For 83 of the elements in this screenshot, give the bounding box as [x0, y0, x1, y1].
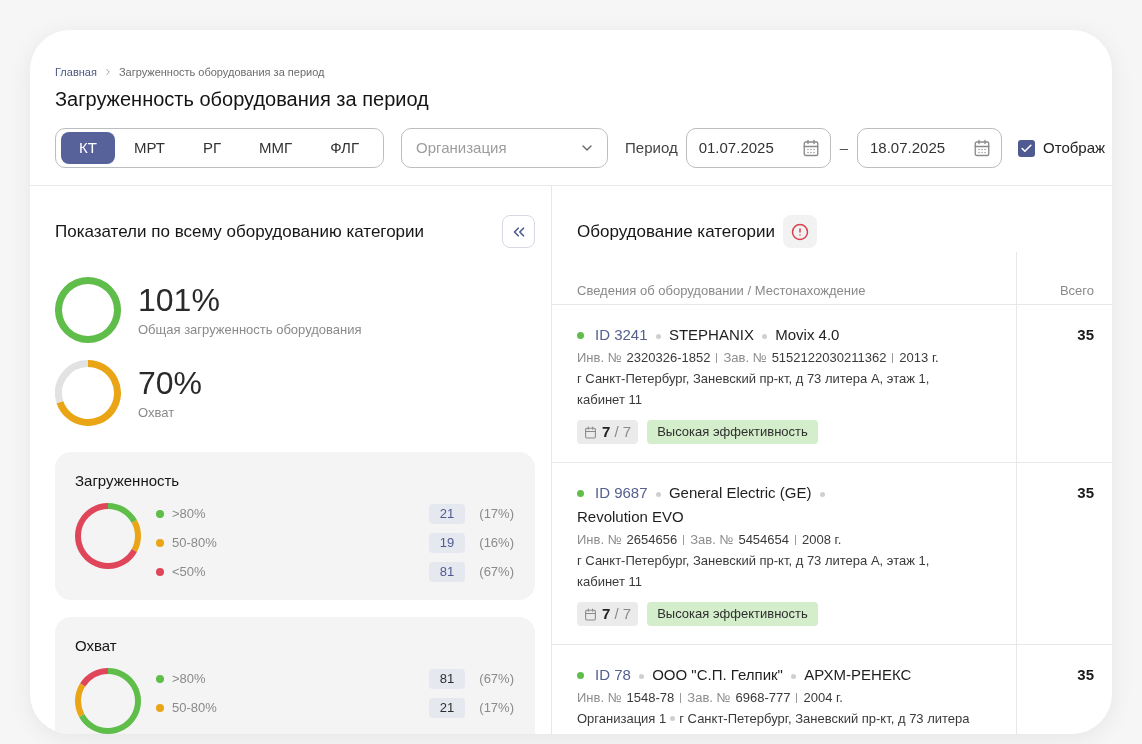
count-badge: 81 [429, 561, 465, 582]
legend-label: 50-80% [172, 533, 217, 552]
calendar-icon [584, 425, 597, 439]
progress-ring [55, 277, 121, 343]
calendar-icon [973, 139, 991, 157]
spec-value: 5454654 [738, 531, 790, 549]
date-field[interactable]: 18.07.2025 [857, 128, 1002, 168]
column-header: Всего [1059, 283, 1094, 298]
spec-label: Инв. № [577, 689, 622, 707]
stat-card-title: Охват [75, 636, 118, 656]
spec-value: 1548-78 [626, 689, 675, 707]
spec-value: 2008 г. [802, 531, 842, 549]
metric-label: Общая загруженность оборудования [138, 320, 362, 339]
schedule-chip: 7 / 7 [577, 602, 639, 626]
spec-label: Инв. № [577, 531, 622, 549]
total-count: 35 [1077, 326, 1094, 343]
legend-label: <50% [172, 562, 206, 581]
address-text: г Санкт-Петербург, Заневский пр-кт, д 73 литера А, этаж 1, кабинет 11 [577, 370, 931, 409]
share-text: (17%) [478, 504, 514, 523]
section-heading: Показатели по всему оборудованию категории [55, 220, 425, 243]
address-text: г Санкт-Петербург, Заневский пр-кт, д 73 литера [679, 710, 970, 728]
period-label: Период [625, 137, 678, 158]
efficiency-tag: Высокая эффективность [647, 420, 818, 444]
count-badge: 21 [429, 503, 465, 524]
spec-value: 2654656 [626, 531, 678, 549]
schedule-chip: 7 / 7 [577, 420, 639, 444]
efficiency-tag: Высокая эффективность [647, 602, 818, 626]
spec-value: 6968-777 [735, 689, 791, 707]
modality-tab[interactable]: КТ [61, 132, 115, 164]
section-heading: Оборудование категории [577, 220, 775, 243]
alert-icon [791, 222, 809, 241]
modality-tab[interactable]: РГ [183, 132, 241, 164]
spec-value: 2320326-1852 [626, 349, 711, 367]
checkbox[interactable] [1018, 139, 1035, 157]
count-badge: 21 [429, 697, 465, 718]
info-button[interactable] [783, 215, 817, 248]
breadcrumb-current: Загруженность оборудования за период [118, 65, 325, 79]
modality-tab[interactable]: ММГ [240, 132, 312, 164]
share-text: (67%) [478, 562, 514, 581]
spec-value: 2004 г. [803, 689, 843, 707]
collapse-button[interactable] [502, 215, 535, 248]
metric-value: 101% [138, 281, 221, 318]
checkmark-icon [1020, 141, 1033, 155]
legend-label: >80% [172, 504, 206, 523]
equipment-name: General Electric (GE) [668, 484, 812, 501]
calendar-icon [584, 607, 597, 621]
equipment-id-link[interactable]: ID 3241 [595, 326, 648, 343]
modality-tab[interactable]: МРТ [114, 132, 184, 164]
spec-label: Зав. № [687, 689, 731, 707]
metric-label: Охват [138, 403, 176, 422]
address-text: г Санкт-Петербург, Заневский пр-кт, д 73 литера А, этаж 1, кабинет 11 [577, 552, 931, 591]
equipment-id-link[interactable]: ID 9687 [595, 484, 648, 501]
calendar-icon [801, 139, 820, 157]
spec-value: 2013 г. [899, 349, 939, 367]
legend-label: 50-80% [172, 698, 217, 717]
share-text: (16%) [478, 533, 514, 552]
column-header: Сведения об оборудовании / Местонахождение [577, 283, 866, 298]
checkbox-label: Отображ [1043, 137, 1106, 158]
modality-tab[interactable]: ФЛГ [311, 132, 379, 164]
total-count: 35 [1077, 484, 1094, 501]
date-field[interactable]: 01.07.2025 [685, 128, 831, 168]
spec-label: Зав. № [690, 531, 734, 549]
spec-label: Зав. № [723, 349, 767, 367]
equipment-id-link[interactable]: ID 78 [595, 666, 631, 683]
equipment-name: АРХМ-РЕНЕКС [804, 666, 912, 683]
equipment-name: ООО "С.П. Гелпик" [652, 666, 783, 683]
count-badge: 19 [429, 532, 465, 553]
spec-label: Инв. № [577, 349, 622, 367]
date-range-dash: – [839, 137, 848, 158]
count-badge: 81 [429, 668, 465, 689]
legend-label: >80% [172, 669, 206, 688]
equipment-name: Movix 4.0 [775, 326, 840, 343]
page-title: Загруженность оборудования за период [55, 87, 430, 112]
stat-card-title: Загруженность [75, 471, 181, 491]
total-count: 35 [1077, 666, 1094, 683]
share-text: (17%) [478, 698, 514, 717]
organization-name: Организация 1 [577, 710, 667, 728]
equipment-name: STEPHANIX [668, 326, 754, 343]
spec-value: 5152122030211362 [771, 349, 887, 367]
equipment-name: Revolution EVO [577, 508, 684, 525]
breadcrumb-link[interactable]: Главная [55, 65, 97, 79]
share-text: (67%) [478, 669, 514, 688]
metric-value: 70% [138, 364, 203, 401]
